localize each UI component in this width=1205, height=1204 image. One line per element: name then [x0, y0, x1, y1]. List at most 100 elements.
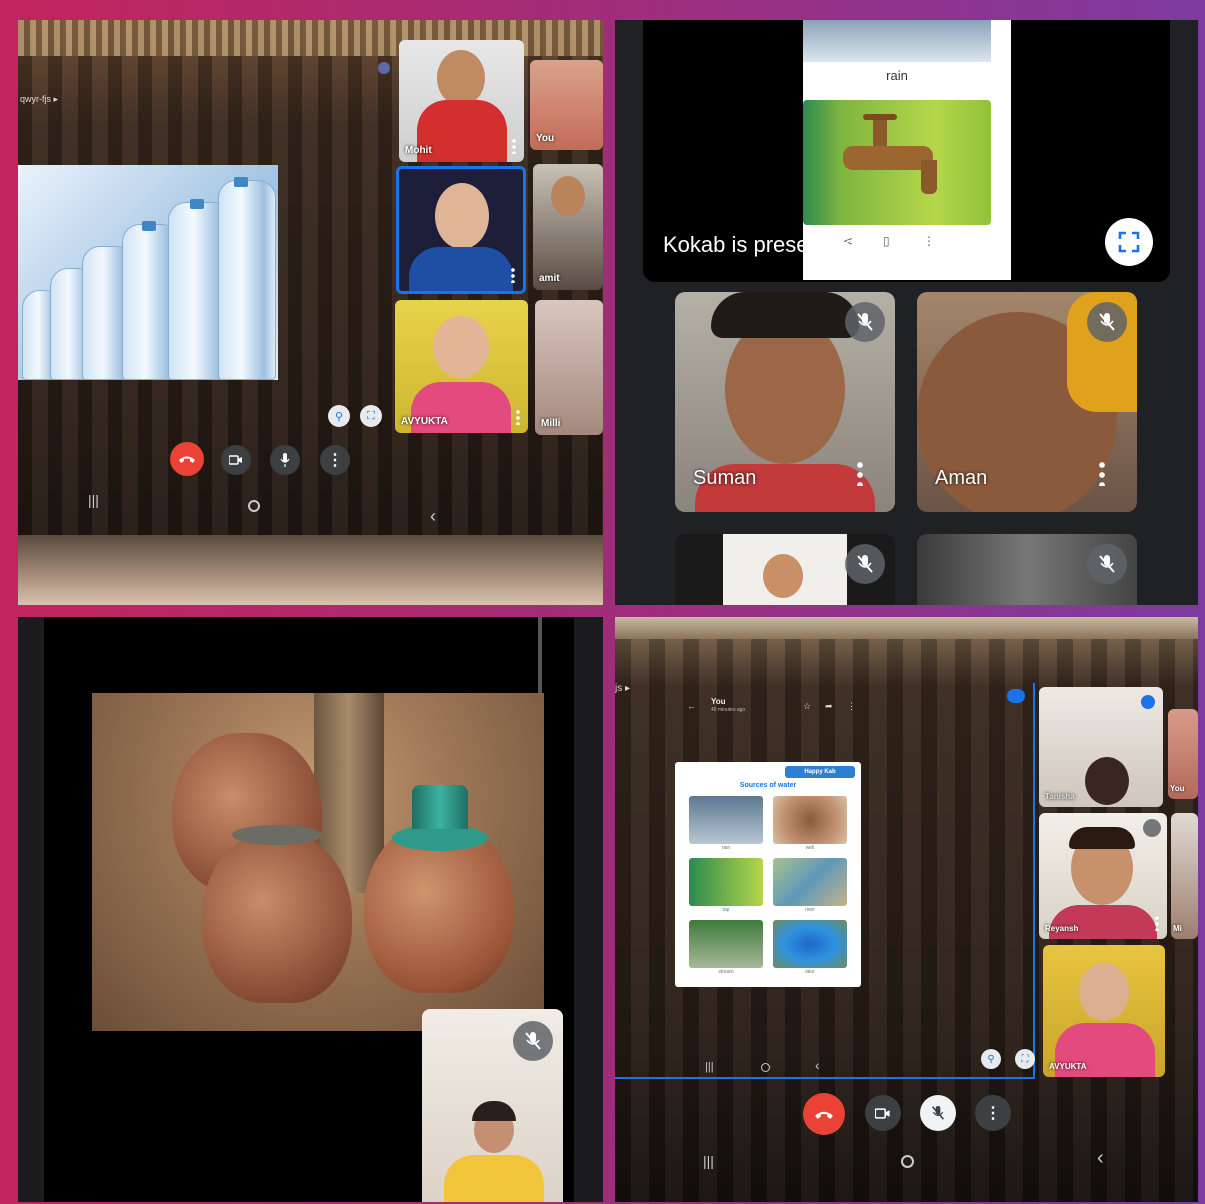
self-view-tile[interactable] — [422, 1009, 563, 1202]
more-vert-icon[interactable] — [1099, 460, 1105, 486]
participant-tile-aman[interactable]: Aman — [917, 292, 1137, 512]
recents-icon[interactable]: ||| — [88, 492, 99, 508]
participant-tile-mohit[interactable]: Mohit — [399, 40, 524, 162]
more-vert-icon[interactable] — [516, 409, 520, 425]
back-icon[interactable]: ‹ — [815, 1057, 820, 1073]
worksheet-logo: Happy Kab — [785, 766, 855, 778]
participant-tile-amit[interactable]: amit — [533, 164, 603, 290]
participant-tile-3[interactable] — [675, 534, 895, 605]
participant-tile-you[interactable]: You — [1168, 709, 1198, 799]
mic-off-icon — [525, 1032, 541, 1050]
fullscreen-button[interactable] — [1105, 218, 1153, 266]
ceiling-strip — [615, 617, 1198, 639]
worksheet-title: Sources of water — [739, 782, 797, 789]
shared-photo-clay-pots — [92, 693, 544, 1031]
mic-button[interactable] — [920, 1095, 956, 1131]
worksheet-item: tap — [722, 907, 730, 913]
back-icon[interactable]: ‹ — [1097, 1147, 1104, 1170]
worksheet-item: river — [805, 907, 815, 913]
participant-name: Tanisha — [1045, 792, 1075, 801]
shared-slide-bottles — [18, 165, 278, 380]
fullscreen-button[interactable]: ⛶ — [1015, 1049, 1035, 1069]
worksheet-sources-of-water: Happy Kab Sources of water rain well tap… — [675, 762, 861, 987]
participant-tile-active-speaker[interactable] — [396, 166, 526, 294]
participant-name: Mi — [1173, 924, 1182, 933]
pin-button[interactable]: ⚲ — [981, 1049, 1001, 1069]
participant-name: amit — [539, 273, 560, 284]
participant-name: You — [536, 133, 555, 144]
more-options-button[interactable]: ⋮ — [320, 445, 350, 475]
participant-tile-suman[interactable]: Suman — [675, 292, 895, 512]
star-icon[interactable]: ☆ — [803, 701, 811, 712]
fullscreen-icon: ⛶ — [367, 409, 375, 422]
end-call-icon — [179, 456, 195, 463]
participant-name: Aman — [935, 467, 988, 489]
camera-button[interactable] — [221, 445, 251, 475]
back-icon[interactable]: ‹ — [430, 506, 436, 527]
pin-icon: ⚲ — [334, 410, 344, 423]
more-vert-icon: ⋮ — [327, 452, 343, 469]
recents-icon[interactable]: ||| — [705, 1061, 714, 1073]
more-vert-icon[interactable] — [1155, 915, 1159, 931]
header-title: You — [711, 697, 726, 706]
people-icon[interactable] — [1007, 689, 1025, 703]
participant-tile-mi[interactable]: Mi — [1171, 813, 1198, 939]
more-vert-icon[interactable] — [857, 460, 863, 486]
participant-name: Reyansh — [1045, 924, 1079, 933]
back-arrow-icon[interactable]: ← — [687, 701, 696, 711]
delete-icon[interactable]: ▯ — [883, 234, 890, 248]
fullscreen-icon: ⛶ — [1021, 1053, 1029, 1065]
meet-screenshot-bottom-right: js ▸ ← You 49 minutes ago ☆ ➦ ⋮ Happy Ka… — [615, 617, 1198, 1202]
participant-name: AVYUKTA — [401, 416, 448, 427]
mic-off-badge — [1087, 544, 1127, 584]
camera-button[interactable] — [865, 1095, 901, 1131]
slide-caption: rain — [886, 68, 908, 83]
home-icon[interactable] — [248, 500, 260, 512]
participant-tile-milli[interactable]: Milli — [535, 300, 603, 435]
more-vert-icon[interactable] — [512, 138, 516, 154]
presenter-banner: Kokab is presenting — [663, 232, 857, 257]
tap-image — [803, 100, 991, 225]
participant-name: Mohit — [405, 145, 432, 156]
fullscreen-button[interactable]: ⛶ — [360, 405, 382, 427]
camera-icon — [875, 1107, 890, 1119]
participant-name: Milli — [541, 418, 561, 429]
end-call-button[interactable] — [170, 442, 204, 476]
home-icon[interactable] — [761, 1063, 770, 1072]
worksheet-item: stream — [718, 969, 734, 975]
participant-name: You — [1170, 784, 1185, 793]
recents-icon[interactable]: ||| — [703, 1153, 714, 1169]
participant-tile-tanisha[interactable]: Tanisha — [1039, 687, 1163, 807]
participant-tile-avyukta[interactable]: AVYUKTA — [395, 300, 528, 433]
mic-off-icon — [857, 313, 873, 331]
header-subtitle: 49 minutes ago — [711, 707, 746, 713]
people-icon[interactable] — [378, 62, 390, 74]
mic-off-badge — [1087, 302, 1127, 342]
more-options-button[interactable]: ⋮ — [975, 1095, 1011, 1131]
mic-off-icon — [1099, 313, 1115, 331]
table-surface — [18, 535, 603, 605]
more-vert-icon[interactable]: ⋮ — [923, 234, 935, 248]
home-icon[interactable] — [901, 1155, 914, 1168]
share-icon[interactable]: ➦ — [825, 701, 833, 712]
rain-image — [803, 20, 991, 62]
participant-tile-reyansh[interactable]: Reyansh — [1039, 813, 1167, 939]
worksheet-item: rain — [721, 845, 731, 851]
mic-off-icon — [1099, 555, 1115, 573]
end-call-button[interactable] — [803, 1093, 845, 1135]
meet-screenshot-top-left: qwyr-fjs ▸ Mohit You amit AVYUKTA Milli … — [18, 20, 603, 605]
mic-off-badge — [513, 1021, 553, 1061]
participant-name: AVYUKTA — [1049, 1062, 1087, 1071]
mic-icon — [280, 453, 290, 467]
speaking-indicator-icon — [1141, 695, 1155, 709]
participant-tile-you[interactable]: You — [530, 60, 603, 150]
participant-tile-4[interactable] — [917, 534, 1137, 605]
mic-off-icon — [857, 555, 873, 573]
pin-button[interactable]: ⚲ — [328, 405, 350, 427]
mic-off-badge — [845, 302, 885, 342]
mic-button[interactable] — [270, 445, 300, 475]
more-vert-icon[interactable]: ⋮ — [847, 701, 856, 712]
meeting-code-label: js ▸ — [615, 683, 631, 694]
participant-tile-avyukta[interactable]: AVYUKTA — [1043, 945, 1165, 1077]
more-vert-icon[interactable] — [511, 267, 515, 283]
